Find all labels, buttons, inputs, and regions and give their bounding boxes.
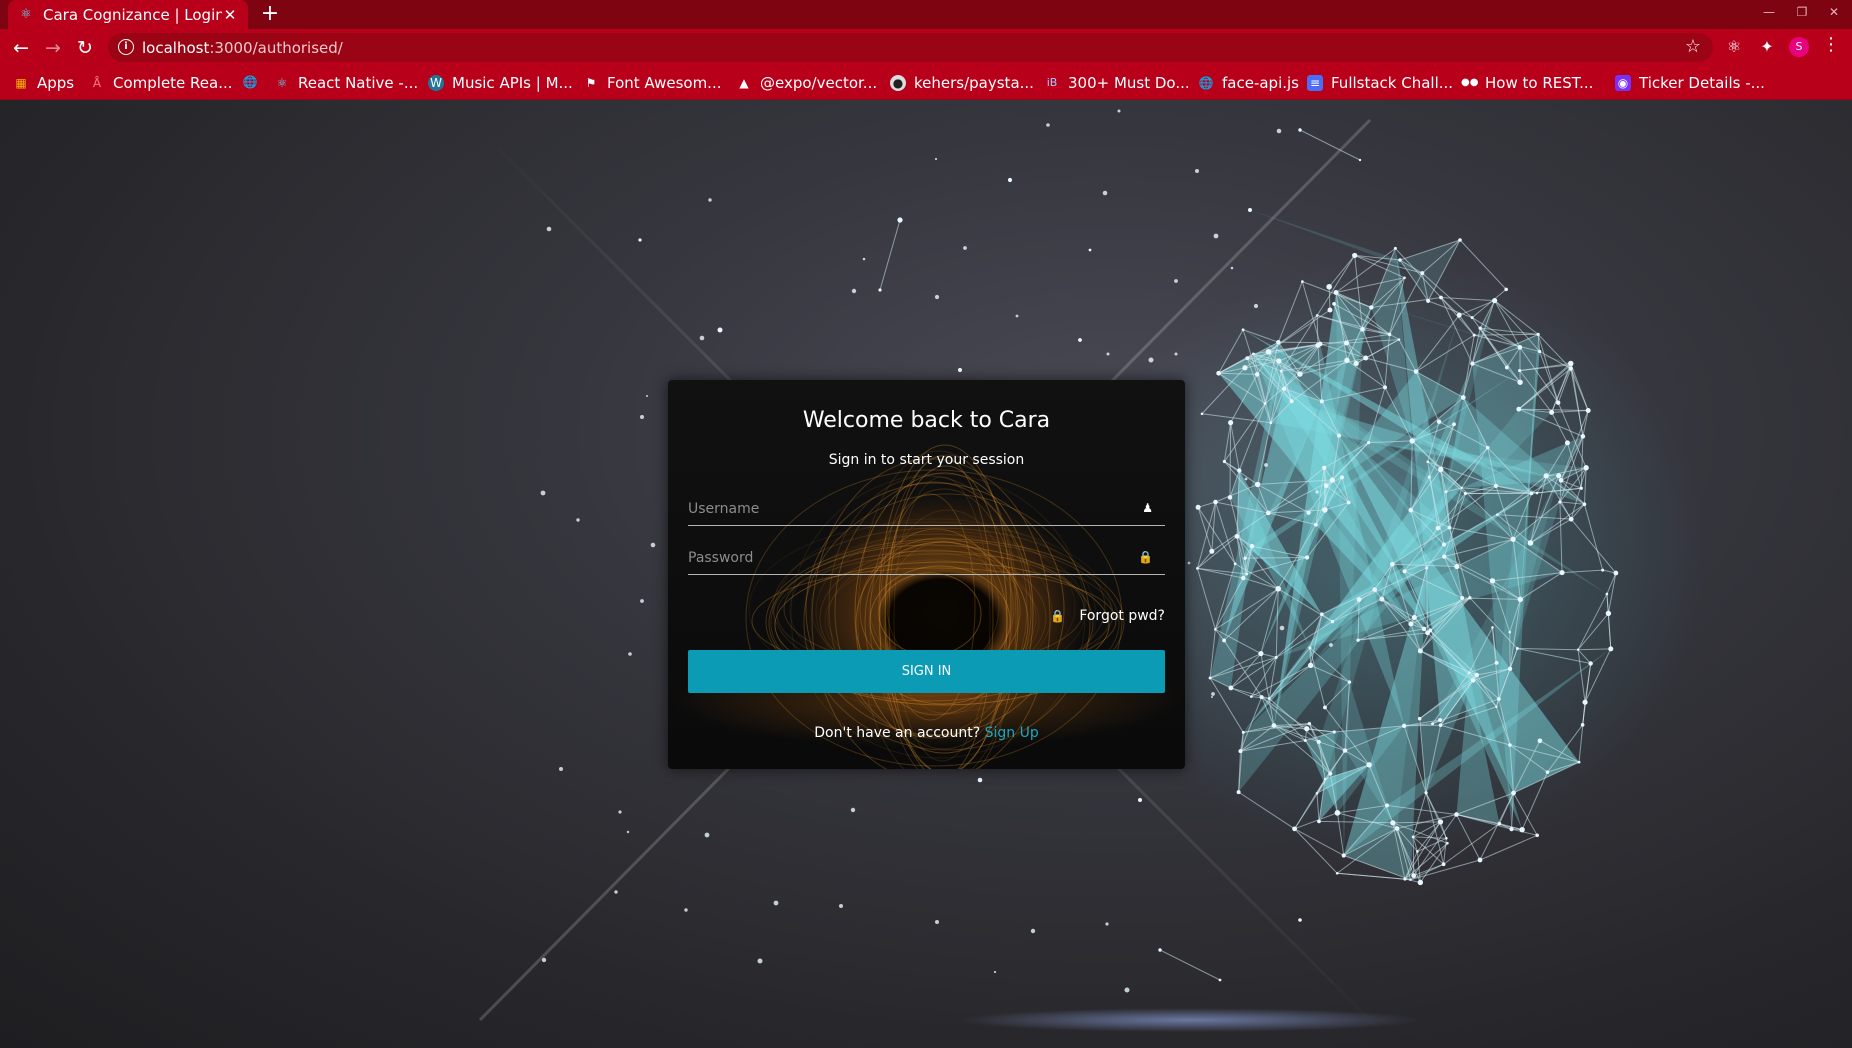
user-icon: ♟ [1142,501,1153,515]
new-tab-button[interactable]: + [258,2,282,26]
profile-avatar[interactable]: S [1789,37,1809,57]
bookmark-kehers-paystack[interactable]: ● kehers/paysta... [890,74,1034,92]
expo-icon: ▲ [739,76,749,90]
close-window-icon[interactable]: ✕ [1826,5,1842,19]
react-favicon-icon: ⚛ [20,6,32,22]
doc-icon: ≡ [1307,75,1323,91]
forgot-password-label: Forgot pwd? [1079,608,1165,624]
react-icon: ⚛ [276,76,288,90]
tab-close-icon[interactable]: ✕ [222,6,238,24]
url-text: localhost:3000/authorised/ [142,39,343,57]
sign-in-button[interactable]: SIGN IN [688,650,1165,693]
bookmarks-bar: ▦ Apps Å Complete Rea... 🌐 ⚛ React Native -… [0,66,1852,100]
globe-icon: 🌐 [242,75,258,89]
reload-icon[interactable]: ↻ [72,35,98,61]
extensions-puzzle-icon[interactable]: ✦ [1757,37,1777,56]
bookmark-complete-react[interactable]: Å Complete Rea... [89,74,233,92]
login-page: Welcome back to Cara Sign in to start yo… [0,100,1852,1048]
restore-icon[interactable]: ❐ [1794,5,1810,19]
url-path: :3000/authorised/ [209,39,343,57]
bookmark-apps[interactable]: ▦ Apps [13,74,74,92]
bookmark-fullstack-challenge[interactable]: ≡ Fullstack Chall... [1307,74,1453,92]
username-field: ♟ [688,494,1165,526]
login-subtitle: Sign in to start your session [828,452,1025,468]
minimize-icon[interactable]: — [1761,5,1777,19]
password-field: 🔒 [688,543,1165,575]
back-arrow-icon[interactable]: ← [8,35,34,61]
bookmark-face-api[interactable]: 🌐 face-api.js [1198,74,1299,92]
login-card: Welcome back to Cara Sign in to start yo… [668,380,1185,769]
bookmark-expo-vector[interactable]: ▲ @expo/vector... [736,74,877,92]
bookmark-globe[interactable]: 🌐 [242,74,266,90]
lock-icon: 🔒 [1050,609,1066,623]
browser-tab-strip: ⚛ Cara Cognizance | Login ✕ + — ❐ ✕ [0,0,1852,29]
github-icon: ● [890,75,906,91]
signup-prompt-text: Don't have an account? [814,725,981,741]
react-devtools-extension-icon[interactable]: ⚛ [1724,37,1744,56]
address-bar[interactable]: i localhost:3000/authorised/ ☆ [108,33,1713,62]
apps-grid-icon: ▦ [15,76,27,90]
username-input[interactable] [688,494,1128,524]
bookmark-react-native[interactable]: ⚛ React Native -... [274,74,419,92]
bookmark-ticker-details[interactable]: ◉ Ticker Details -... [1615,74,1765,92]
password-input[interactable] [688,543,1128,573]
wordpress-icon: W [428,75,444,91]
browser-toolbar: ← → ↻ i localhost:3000/authorised/ ☆ ⚛ ✦… [0,29,1852,66]
globe-icon: 🌐 [1198,76,1214,90]
bookmark-music-apis[interactable]: W Music APIs | M... [428,74,573,92]
bulb-icon: ◉ [1615,75,1631,91]
tab-title: Cara Cognizance | Login [43,5,222,24]
bookmark-favicon: Å [92,76,102,90]
ib-icon: iB [1046,76,1058,89]
bookmark-star-icon[interactable]: ☆ [1685,36,1701,57]
medium-icon: ●● [1461,77,1479,88]
url-host: localhost [142,39,210,57]
browser-tab-active[interactable]: ⚛ Cara Cognizance | Login ✕ [8,0,248,29]
site-info-icon[interactable]: i [118,39,134,55]
bookmark-font-awesome[interactable]: ⚑ Font Awesom... [583,74,722,92]
signup-prompt: Don't have an account? Sign Up [668,725,1185,741]
bookmark-how-to-rest[interactable]: ●● How to REST... [1461,74,1593,92]
forward-arrow-icon[interactable]: → [40,35,66,61]
sign-up-link[interactable]: Sign Up [985,725,1039,741]
lock-icon: 🔒 [1138,550,1153,564]
browser-menu-icon[interactable]: ⋮ [1822,34,1840,55]
forgot-password-link[interactable]: 🔒 Forgot pwd? [1050,608,1165,624]
login-title: Welcome back to Cara [802,408,1051,433]
flag-icon: ⚑ [585,76,597,90]
bookmark-300-must-do[interactable]: iB 300+ Must Do... [1044,74,1190,92]
